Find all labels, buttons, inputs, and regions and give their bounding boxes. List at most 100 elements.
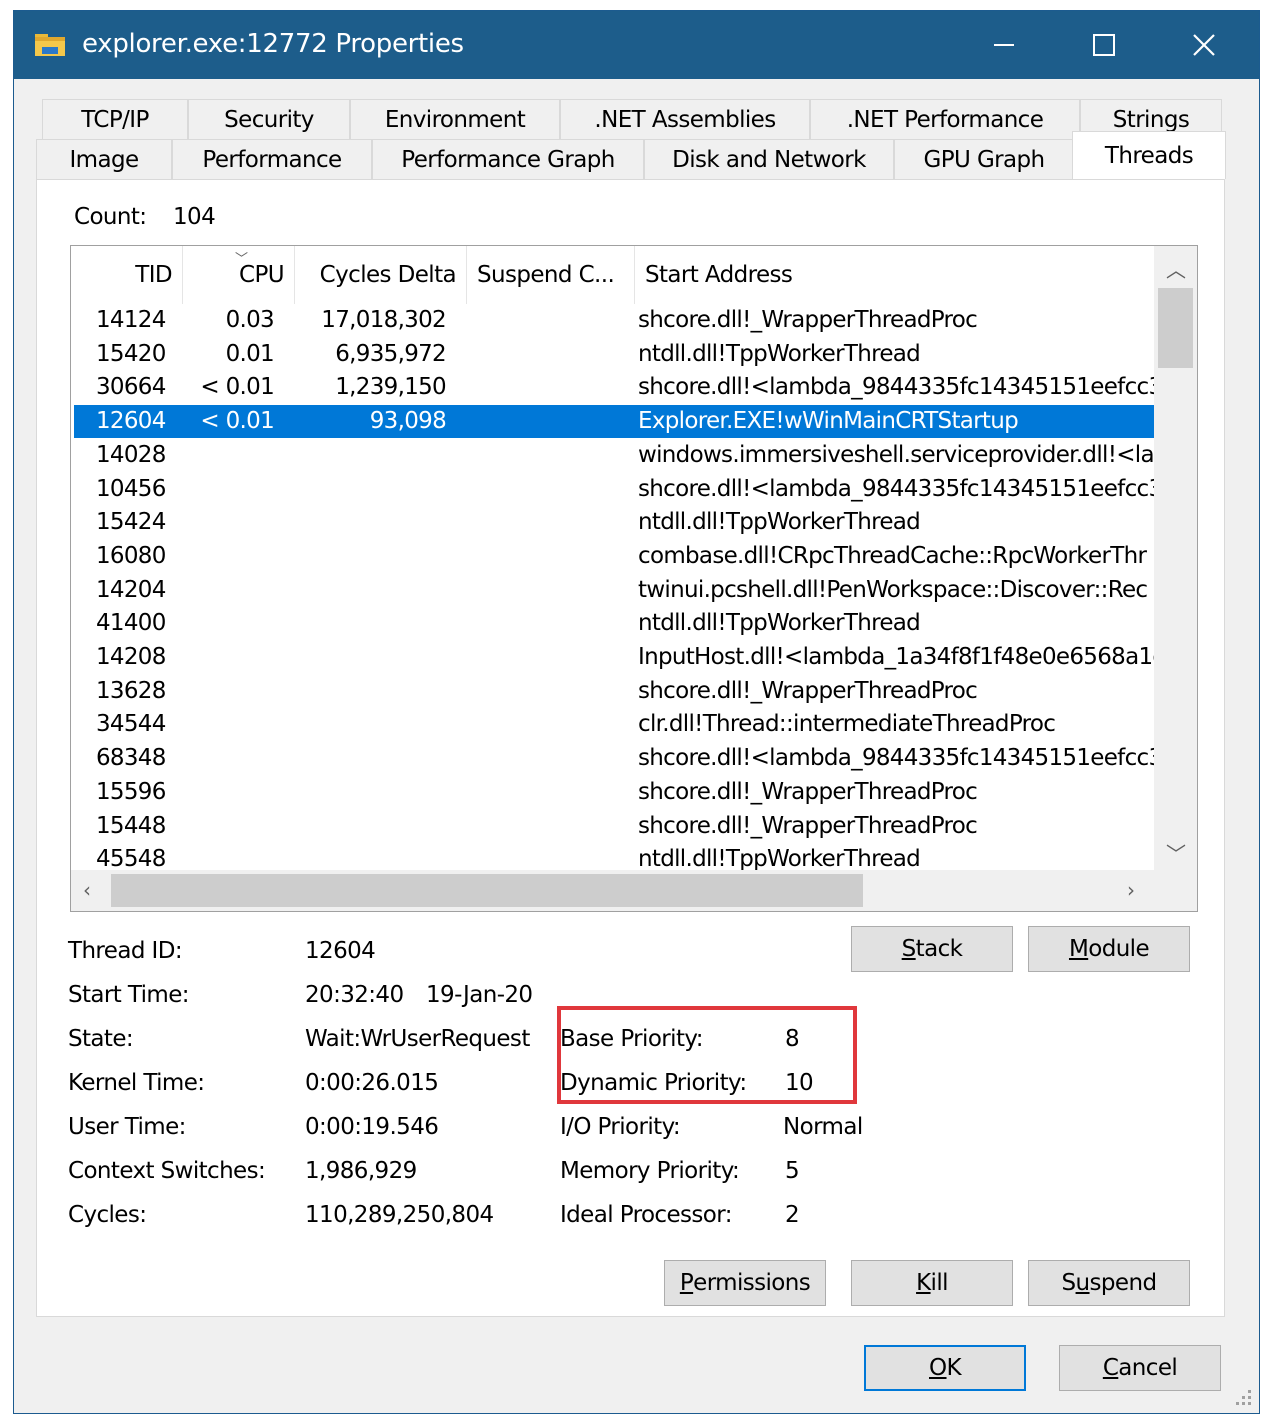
tid-cell: 16080	[96, 542, 166, 569]
table-row[interactable]: 45548 ntdll.dll!TppWorkerThread	[74, 843, 1154, 870]
tab-security[interactable]: Security	[188, 99, 350, 139]
cycles-delta-cell	[294, 641, 446, 674]
io-priority-label: I/O Priority:	[560, 1114, 681, 1140]
start-address-cell: shcore.dll!<lambda_9844335fc14345151eefc…	[638, 374, 1154, 401]
ideal-processor-value: 2	[785, 1202, 800, 1228]
table-row[interactable]: 68348 shcore.dll!<lambda_9844335fc1434515…	[74, 742, 1154, 775]
cpu-cell	[192, 742, 274, 775]
sort-descending-icon: ﹀	[235, 251, 249, 266]
tab-net-assemblies[interactable]: .NET Assemblies	[560, 99, 810, 139]
column-cycles-delta[interactable]: Cycles Delta	[295, 246, 467, 304]
priority-highlight-box	[557, 1006, 857, 1104]
tab-net-performance[interactable]: .NET Performance	[810, 99, 1080, 139]
scroll-right-icon[interactable]: ›	[1127, 878, 1135, 902]
tid-cell: 14028	[96, 441, 166, 468]
cycles-delta-cell	[294, 506, 446, 539]
ideal-processor-label: Ideal Processor:	[560, 1202, 732, 1228]
column-start-address[interactable]: Start Address	[635, 246, 1154, 304]
tab-threads[interactable]: Threads	[1072, 131, 1226, 179]
start-address-cell: ntdll.dll!TppWorkerThread	[638, 509, 921, 536]
table-row[interactable]: 14028 windows.immersiveshell.serviceprovi…	[74, 439, 1154, 472]
tab-image[interactable]: Image	[36, 139, 172, 179]
table-row[interactable]: 15420 0.01 6,935,972 ntdll.dll!TppWorkerThr…	[74, 338, 1154, 371]
permissions-button[interactable]: Permissions	[664, 1260, 826, 1306]
cpu-cell	[192, 439, 274, 472]
vertical-scrollbar[interactable]: ︿ ﹀	[1154, 246, 1197, 870]
properties-window: explorer.exe:12772 Properties TCP/IP Sec…	[13, 10, 1260, 1414]
tab-environment[interactable]: Environment	[350, 99, 560, 139]
maximize-button[interactable]	[1054, 11, 1154, 79]
start-address-cell: shcore.dll!_WrapperThreadProc	[638, 677, 978, 704]
folder-icon	[35, 34, 65, 56]
tid-cell: 12604	[96, 408, 166, 435]
tid-cell: 15420	[96, 340, 166, 367]
cpu-cell	[192, 675, 274, 708]
cpu-cell	[192, 506, 274, 539]
module-button[interactable]: Module	[1028, 926, 1190, 972]
scroll-down-icon[interactable]: ﹀	[1166, 838, 1186, 867]
ok-button[interactable]: OK	[864, 1345, 1026, 1391]
start-address-cell: shcore.dll!_WrapperThreadProc	[638, 307, 978, 333]
close-button[interactable]	[1154, 11, 1254, 79]
table-row[interactable]: 30664 < 0.01 1,239,150 shcore.dll!<lambda_9…	[74, 371, 1154, 404]
table-row[interactable]: 14124 0.03 17,018,302 shcore.dll!_WrapperTh…	[74, 304, 1154, 337]
threads-list[interactable]: TID CPU ﹀ Cycles Delta Suspend C... Star…	[70, 245, 1198, 912]
table-row[interactable]: 12604 < 0.01 93,098 Explorer.EXE!wWinMainCR…	[74, 405, 1154, 439]
kill-button[interactable]: Kill	[851, 1260, 1013, 1306]
tab-gpu-graph[interactable]: GPU Graph	[894, 139, 1074, 179]
cycles-delta-cell	[294, 843, 446, 870]
start-address-cell: twinui.pcshell.dll!PenWorkspace::Discove…	[638, 576, 1148, 603]
cpu-cell	[192, 473, 274, 506]
cycles-delta-cell: 1,239,150	[335, 374, 446, 401]
tab-performance[interactable]: Performance	[172, 139, 372, 179]
scroll-up-icon[interactable]: ︿	[1166, 254, 1186, 283]
cancel-button[interactable]: Cancel	[1059, 1345, 1221, 1391]
tab-disk-and-network[interactable]: Disk and Network	[644, 139, 894, 179]
vertical-scroll-thumb[interactable]	[1158, 288, 1193, 368]
minimize-button[interactable]	[954, 11, 1054, 79]
table-row[interactable]: 41400 ntdll.dll!TppWorkerThread	[74, 607, 1154, 640]
cycles-delta-cell	[294, 540, 446, 573]
cpu-cell: < 0.01	[200, 408, 274, 435]
start-date-value: 19-Jan-20	[426, 982, 533, 1008]
table-row[interactable]: 10456 shcore.dll!<lambda_9844335fc1434515…	[74, 473, 1154, 506]
table-row[interactable]: 34544 clr.dll!Thread::intermediateThreadP…	[74, 708, 1154, 741]
column-tid[interactable]: TID	[71, 246, 183, 304]
tid-cell: 41400	[96, 610, 166, 637]
cpu-cell	[192, 574, 274, 607]
horizontal-scrollbar[interactable]: ‹ ›	[71, 870, 1197, 911]
tid-cell: 13628	[96, 677, 166, 704]
thread-id-label: Thread ID:	[68, 938, 183, 964]
start-address-cell: Explorer.EXE!wWinMainCRTStartup	[638, 408, 1019, 435]
start-address-cell: clr.dll!Thread::intermediateThreadProc	[638, 711, 1056, 738]
tid-cell: 14124	[96, 307, 166, 333]
cycles-delta-cell	[294, 607, 446, 640]
start-address-cell: shcore.dll!_WrapperThreadProc	[638, 778, 978, 805]
stack-button[interactable]: Stack	[851, 926, 1013, 972]
table-row[interactable]: 16080 combase.dll!CRpcThreadCache::RpcWor…	[74, 540, 1154, 573]
memory-priority-value: 5	[785, 1158, 800, 1184]
start-address-cell: ntdll.dll!TppWorkerThread	[638, 610, 921, 637]
table-row[interactable]: 15596 shcore.dll!_WrapperThreadProc	[74, 776, 1154, 809]
cycles-delta-cell: 17,018,302	[321, 307, 446, 333]
tab-performance-graph[interactable]: Performance Graph	[372, 139, 644, 179]
scroll-left-icon[interactable]: ‹	[83, 878, 91, 902]
horizontal-scroll-thumb[interactable]	[111, 874, 863, 907]
cycles-delta-cell	[294, 675, 446, 708]
table-row[interactable]: 15448 shcore.dll!_WrapperThreadProc	[74, 810, 1154, 843]
table-row[interactable]: 14204 twinui.pcshell.dll!PenWorkspace::Di…	[74, 574, 1154, 607]
tid-cell: 10456	[96, 475, 166, 502]
table-row[interactable]: 14208 InputHost.dll!<lambda_1a34f8f1f48e0…	[74, 641, 1154, 674]
suspend-button[interactable]: Su spend	[1028, 1260, 1190, 1306]
io-priority-value: Normal	[783, 1114, 863, 1140]
tab-tcpip[interactable]: TCP/IP	[42, 99, 188, 139]
cpu-cell	[192, 708, 274, 741]
title-bar[interactable]: explorer.exe:12772 Properties	[14, 11, 1259, 79]
column-suspend-count[interactable]: Suspend C...	[467, 246, 635, 304]
count-value: 104	[173, 204, 216, 230]
resize-grip-icon[interactable]	[1233, 1387, 1253, 1407]
count-label: Count:	[74, 204, 147, 230]
cpu-cell	[192, 540, 274, 573]
table-row[interactable]: 15424 ntdll.dll!TppWorkerThread	[74, 506, 1154, 539]
table-row[interactable]: 13628 shcore.dll!_WrapperThreadProc	[74, 675, 1154, 708]
